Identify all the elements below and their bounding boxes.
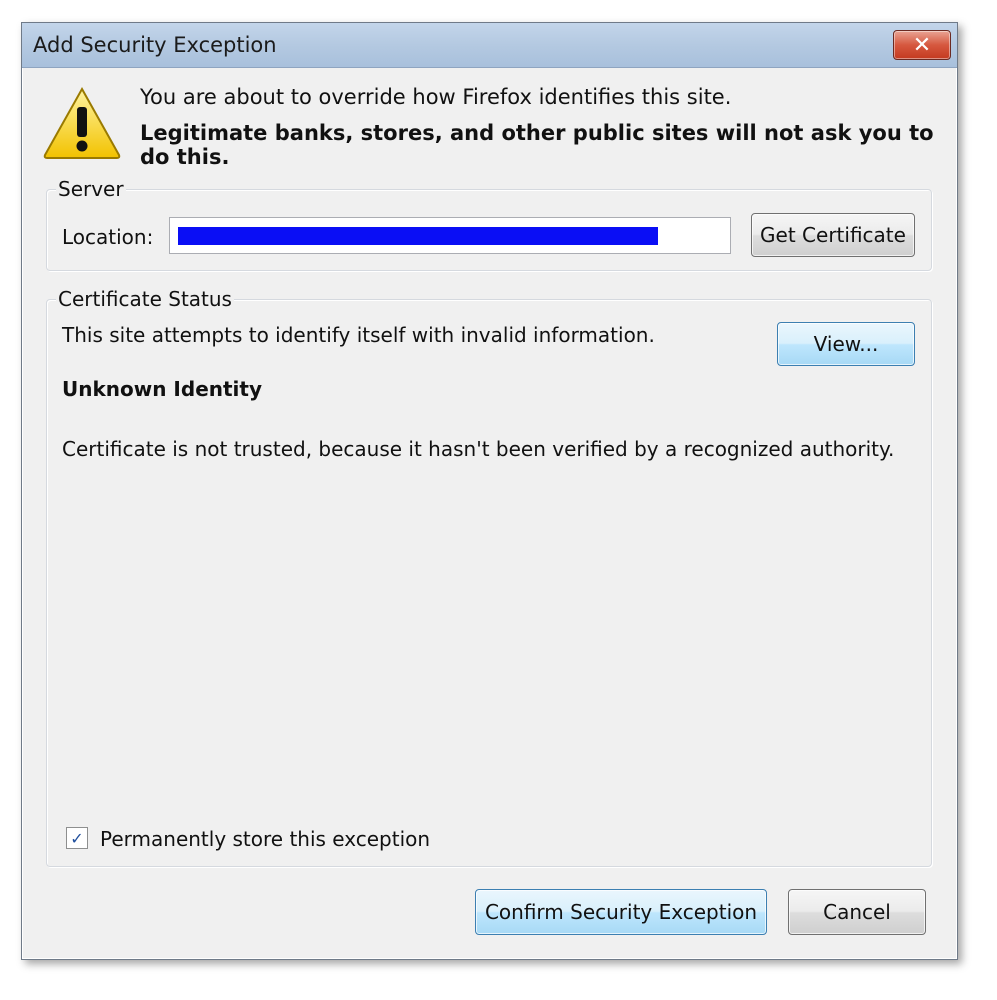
unknown-identity-heading: Unknown Identity [62, 377, 263, 401]
title-bar[interactable]: Add Security Exception ✕ [22, 23, 957, 68]
checkmark-icon: ✓ [70, 828, 84, 848]
legitimate-sites-warning: Legitimate banks, stores, and other publ… [140, 121, 934, 169]
status-description: This site attempts to identify itself wi… [62, 323, 655, 347]
location-input[interactable] [169, 217, 731, 254]
cancel-button[interactable]: Cancel [788, 889, 926, 935]
location-label: Location: [62, 225, 154, 249]
override-warning-text: You are about to override how Firefox id… [140, 85, 732, 109]
view-button[interactable]: View... [777, 322, 915, 366]
add-security-exception-dialog: Add Security Exception ✕ You are about t… [21, 22, 958, 960]
close-icon: ✕ [912, 32, 932, 58]
server-group-label: Server [56, 177, 126, 201]
permanent-checkbox[interactable]: ✓ [66, 827, 88, 849]
certificate-status-group-label: Certificate Status [56, 287, 234, 311]
warning-triangle-icon [43, 86, 121, 159]
close-button[interactable]: ✕ [893, 30, 951, 60]
confirm-security-exception-button[interactable]: Confirm Security Exception [475, 889, 767, 935]
redacted-url [178, 227, 658, 245]
permanent-checkbox-label[interactable]: Permanently store this exception [100, 827, 430, 851]
not-trusted-detail: Certificate is not trusted, because it h… [62, 437, 895, 461]
get-certificate-button[interactable]: Get Certificate [751, 213, 915, 257]
window-title: Add Security Exception [33, 33, 277, 57]
